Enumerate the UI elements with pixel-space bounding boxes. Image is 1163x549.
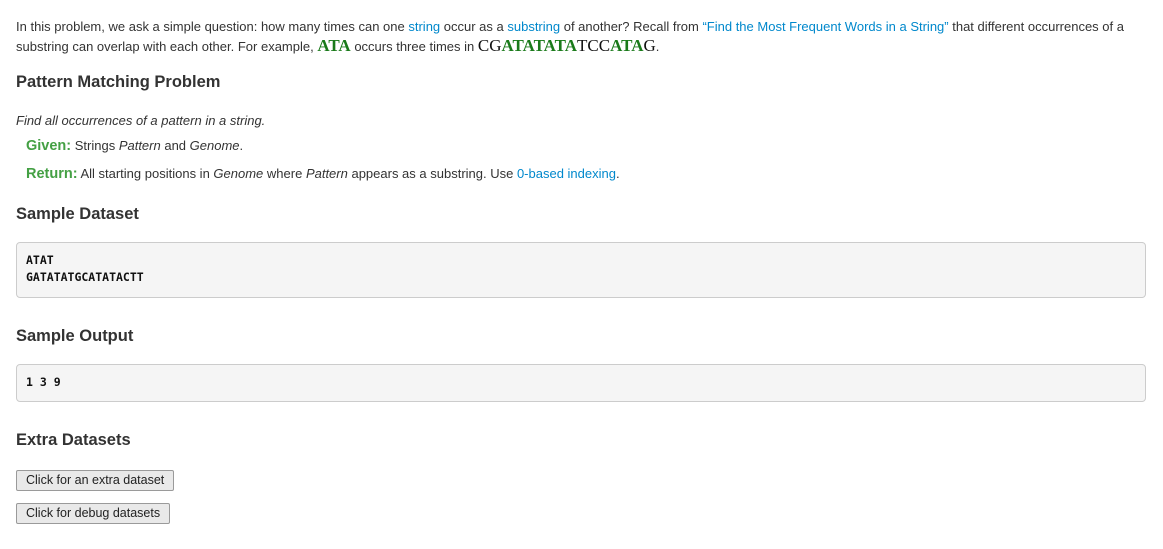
intro-text: of another? Recall from [560,19,703,34]
return-text: . [615,166,620,181]
debug-datasets-button[interactable]: Click for debug datasets [16,503,171,524]
intro-text: In this problem, we ask a simple questio… [16,19,409,34]
extra-dataset-button[interactable]: Click for an extra dataset [16,470,175,491]
sample-dataset-heading: Sample Dataset [16,205,139,223]
genome-part-highlight: ATATATA [501,36,578,55]
return-line: Return: All starting positions in Genome… [26,166,620,182]
genome-part-highlight: ATA [610,36,644,55]
sample-output-heading: Sample Output [16,327,134,345]
intro-text: occurs three times in [350,39,478,54]
given-pattern: Pattern [118,138,161,153]
return-text: where [263,166,306,181]
genome-part: G [643,36,656,55]
problem-heading: Pattern Matching Problem [16,73,221,91]
return-label: Return: [26,166,78,182]
substring-link[interactable]: substring [507,19,560,34]
given-line: Given: Strings Pattern and Genome. [26,138,243,154]
genome-part: TCC [577,36,611,55]
intro-text: occur as a [440,19,508,34]
pattern-ata: ATA [317,36,351,55]
frequent-words-link[interactable]: “Find the Most Frequent Words in a Strin… [702,19,948,34]
given-text: . [239,138,244,153]
given-text: and [160,138,190,153]
sample-output-box: 1 3 9 [16,364,1146,402]
given-label: Given: [26,138,72,154]
string-link[interactable]: string [408,19,440,34]
return-genome: Genome [213,166,264,181]
intro-text: . [655,39,660,54]
pattern-example: ATA [317,36,350,55]
zero-based-indexing-link[interactable]: 0-based indexing [517,166,616,181]
genome-example: CGATATATATCCATAG [478,36,656,55]
given-genome: Genome [189,138,240,153]
sample-dataset-box: ATAT GATATATGCATATACTT [16,242,1146,298]
return-text: appears as a substring. Use [347,166,517,181]
extra-datasets-heading: Extra Datasets [16,431,131,449]
problem-definition: Find all occurrences of a pattern in a s… [16,113,266,128]
intro-paragraph: In this problem, we ask a simple questio… [16,17,1146,56]
return-pattern: Pattern [305,166,348,181]
return-text: All starting positions in [77,166,214,181]
given-text: Strings [71,138,119,153]
genome-part: CG [477,36,502,55]
